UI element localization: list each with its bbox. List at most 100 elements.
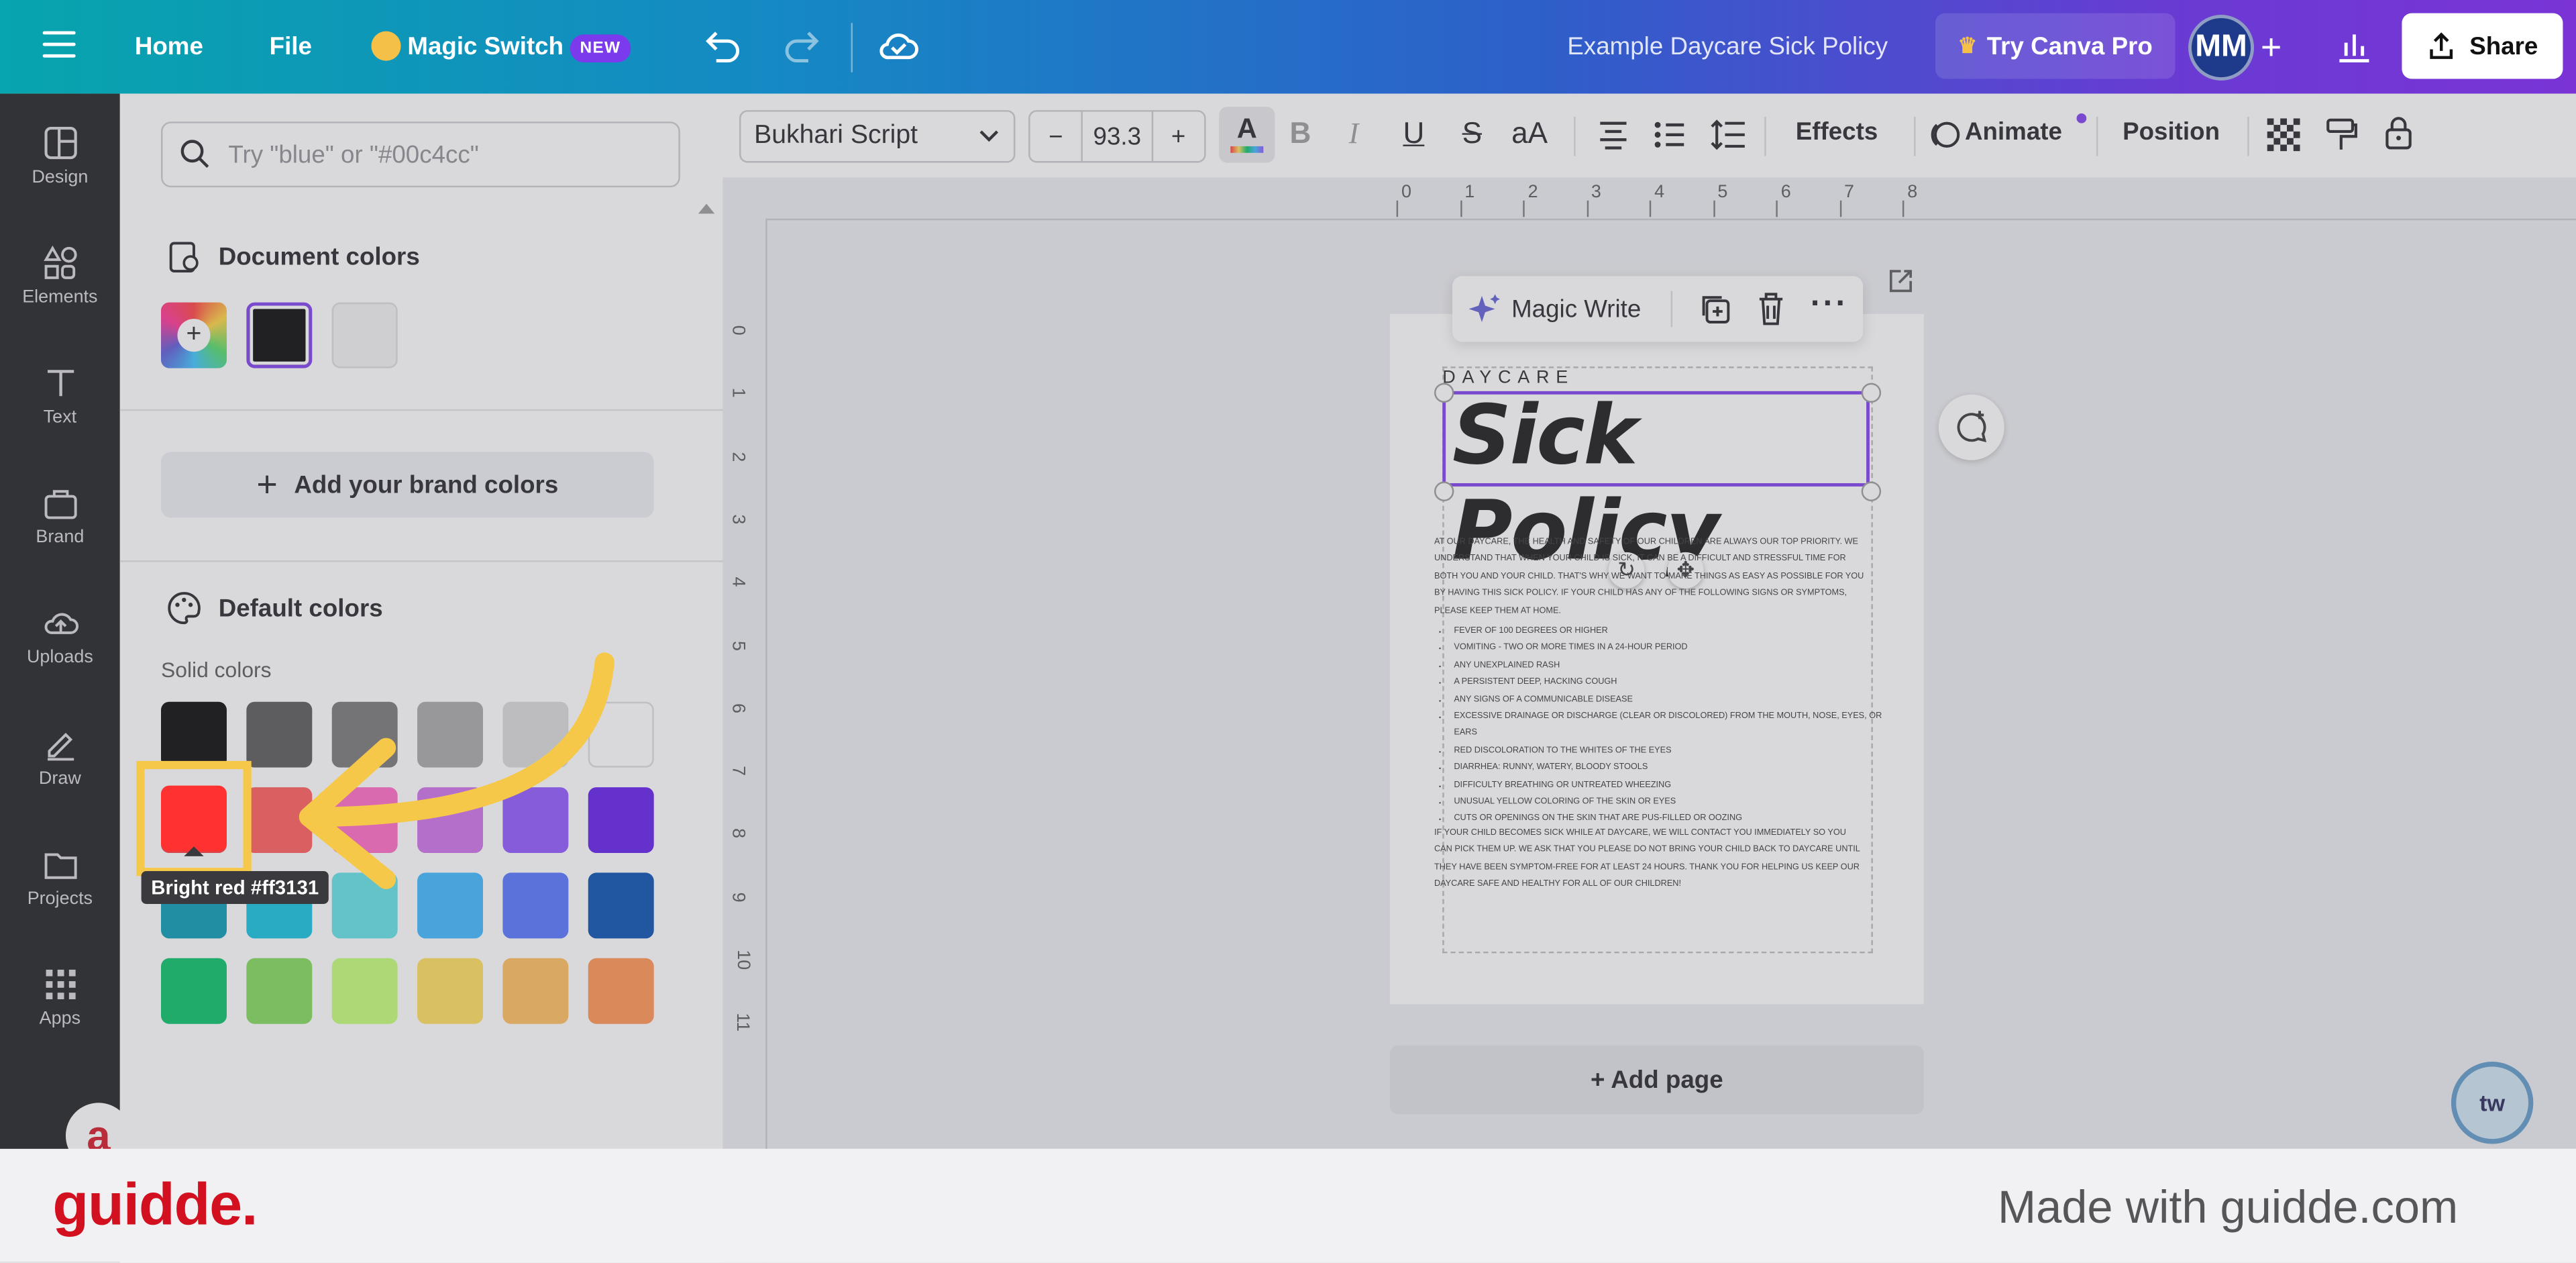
solid-color-swatch[interactable]: [246, 958, 313, 1024]
solid-color-swatch[interactable]: [331, 958, 398, 1024]
rail-apps[interactable]: Apps: [0, 948, 120, 1047]
resize-handle[interactable]: [1861, 481, 1882, 501]
bold-icon[interactable]: B: [1289, 117, 1311, 151]
copy-style-icon[interactable]: [2324, 117, 2357, 153]
rainbow-bar-icon: [1230, 146, 1264, 153]
line-spacing-icon[interactable]: [1710, 118, 1746, 151]
share-icon: [2430, 32, 2453, 59]
chevron-down-icon: [979, 130, 999, 142]
resize-handle[interactable]: [1861, 383, 1882, 403]
design-page[interactable]: DAYCARE Sick Policy ↻ ✥ At our daycare, …: [1389, 313, 1924, 1005]
document-intro[interactable]: At our daycare, the health and safety of…: [1434, 534, 1865, 619]
plus-icon: +: [256, 463, 278, 505]
font-size-input[interactable]: 93.3: [1083, 112, 1151, 161]
document-eyebrow[interactable]: DAYCARE: [1442, 368, 1574, 388]
add-member-icon[interactable]: +: [2261, 26, 2282, 69]
new-badge: NEW: [570, 34, 631, 63]
ruler-tick-label: 7: [728, 766, 748, 776]
redo-icon[interactable]: [782, 28, 822, 72]
decrease-font-size-button[interactable]: −: [1030, 111, 1083, 162]
search-icon: [180, 140, 209, 168]
help-assistant-icon[interactable]: tw: [2451, 1062, 2534, 1144]
rail-label: Design: [32, 167, 89, 188]
solid-color-swatch[interactable]: [588, 958, 654, 1024]
ruler-tick-label: 5: [1717, 182, 1728, 203]
more-options-icon[interactable]: ···: [1811, 286, 1848, 323]
cloud-save-icon[interactable]: [877, 28, 920, 72]
document-color-swatch-light[interactable]: [331, 302, 398, 368]
resize-handle[interactable]: [1434, 481, 1454, 501]
undo-icon[interactable]: [703, 28, 743, 72]
ruler-tick-label: 8: [728, 829, 748, 840]
increase-font-size-button[interactable]: +: [1150, 111, 1204, 162]
effects-button[interactable]: Effects: [1796, 118, 1878, 146]
try-canva-pro-button[interactable]: ♛ Try Canva Pro: [1935, 13, 2176, 79]
add-color-swatch[interactable]: +: [161, 302, 227, 368]
scroll-up-icon[interactable]: [698, 203, 715, 214]
magic-switch-button[interactable]: Magic Switch: [407, 33, 564, 61]
document-color-swatch-black[interactable]: [246, 302, 313, 368]
expand-page-icon[interactable]: [1886, 266, 1915, 296]
color-search-input[interactable]: Try "blue" or "#00c4cc": [161, 121, 680, 188]
list-item: Vomiting - two or more times in a 24-hou…: [1454, 640, 1884, 657]
solid-color-swatch[interactable]: [161, 958, 227, 1024]
underline-icon[interactable]: U: [1403, 117, 1424, 151]
position-button[interactable]: Position: [2123, 118, 2220, 146]
add-comment-button[interactable]: [1938, 394, 2004, 460]
comment-add-icon: [1957, 411, 1987, 443]
italic-icon[interactable]: I: [1349, 117, 1359, 151]
share-button[interactable]: Share: [2402, 13, 2563, 79]
font-selector[interactable]: Bukhari Script: [739, 110, 1016, 163]
home-link[interactable]: Home: [135, 33, 203, 61]
pointer-arrow-icon: [299, 652, 614, 889]
bullet-list-icon[interactable]: [1653, 120, 1686, 150]
rail-uploads[interactable]: Uploads: [0, 587, 120, 685]
add-brand-colors-label: Add your brand colors: [294, 470, 559, 499]
align-center-icon[interactable]: [1597, 120, 1629, 150]
ruler-tick-label: 7: [1844, 182, 1855, 203]
ruler-tick: [1902, 200, 1904, 217]
rail-projects[interactable]: Projects: [0, 828, 120, 927]
ruler-tick-label: 0: [728, 325, 748, 336]
file-menu[interactable]: File: [270, 33, 312, 61]
rail-elements[interactable]: Elements: [0, 227, 120, 325]
letter-case-icon[interactable]: aA: [1511, 117, 1548, 151]
solid-color-swatch[interactable]: [161, 701, 227, 768]
trash-icon[interactable]: [1756, 291, 1786, 327]
document-closing[interactable]: If your child becomes sick while at dayc…: [1434, 825, 1865, 893]
rail-text[interactable]: Text: [0, 347, 120, 446]
magic-write-button[interactable]: Magic Write: [1511, 296, 1641, 324]
rail-design[interactable]: Design: [0, 107, 120, 205]
transparency-icon[interactable]: [2267, 118, 2300, 152]
brand-icon: [44, 490, 76, 519]
strikethrough-icon[interactable]: S: [1462, 117, 1482, 151]
animate-button[interactable]: Animate: [1965, 118, 2062, 146]
avatar[interactable]: MM: [2188, 15, 2255, 81]
solid-color-swatch[interactable]: [502, 958, 569, 1024]
hamburger-menu-icon[interactable]: [42, 31, 76, 61]
lock-icon[interactable]: [2383, 115, 2413, 151]
solid-color-swatch[interactable]: [417, 958, 484, 1024]
list-item: Fever of 100 degrees or higher: [1454, 623, 1884, 640]
resize-handle[interactable]: [1434, 383, 1454, 403]
text-color-button[interactable]: A: [1219, 107, 1275, 163]
add-page-button[interactable]: + Add page: [1389, 1045, 1924, 1115]
ruler-tick: [1776, 200, 1778, 217]
add-brand-colors-button[interactable]: + Add your brand colors: [161, 452, 654, 518]
rail-label: Projects: [27, 889, 93, 909]
font-name: Bukhari Script: [754, 121, 918, 150]
ruler-tick-label: 3: [1591, 182, 1601, 203]
rail-brand[interactable]: Brand: [0, 467, 120, 566]
panel-scrollbar[interactable]: [696, 197, 716, 1150]
tooltip-caret: [184, 846, 204, 856]
vertical-ruler: 0 1 2 3 4 5 6 7 8 9 10 11: [722, 218, 767, 1262]
duplicate-icon[interactable]: [1699, 293, 1731, 325]
list-item: Unusual yellow coloring of the skin or e…: [1454, 794, 1884, 811]
rail-draw[interactable]: Draw: [0, 709, 120, 807]
insights-icon[interactable]: [2334, 26, 2374, 74]
symptom-list[interactable]: Fever of 100 degrees or higherVomiting -…: [1434, 623, 1884, 828]
ruler-tick-label: 5: [728, 640, 748, 650]
document-title[interactable]: Example Daycare Sick Policy: [1567, 33, 1888, 61]
ruler-tick-label: 3: [728, 514, 748, 525]
rail-label: Apps: [39, 1009, 81, 1029]
